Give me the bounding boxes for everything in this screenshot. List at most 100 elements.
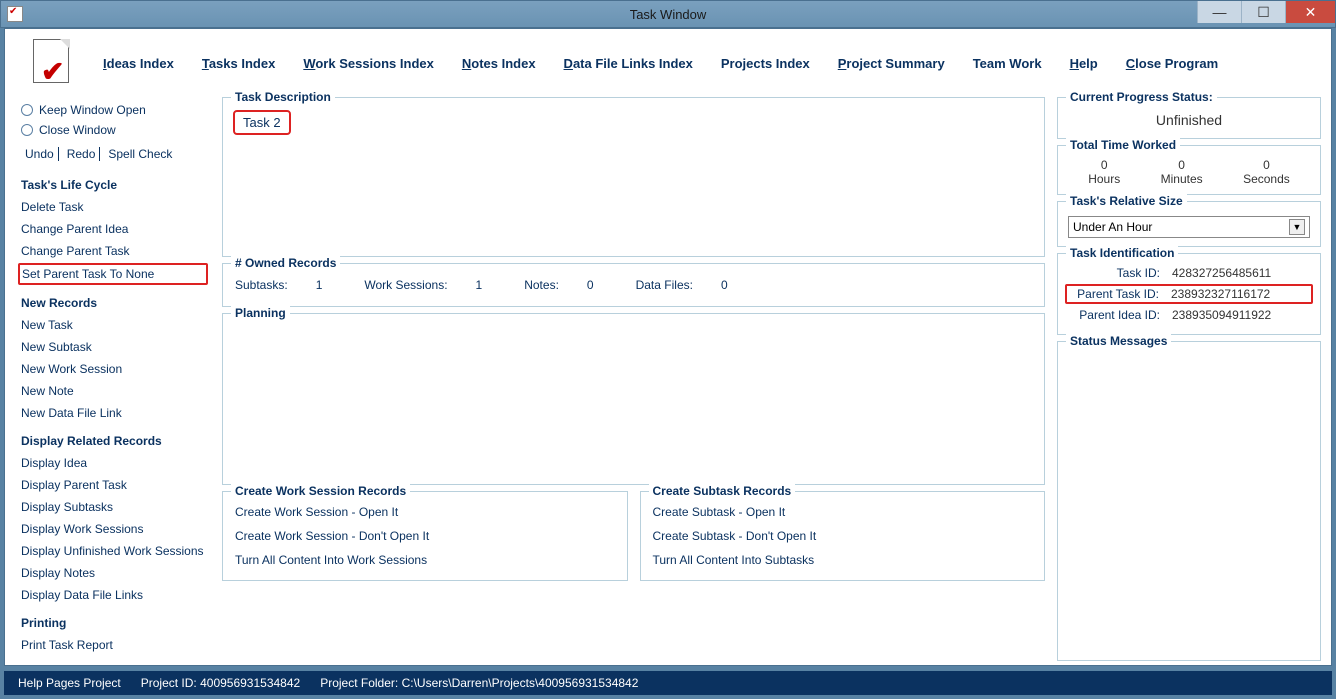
- sidebar: Keep Window Open Close Window Undo Redo …: [5, 93, 220, 665]
- menu-ideas-index[interactable]: Ideas Index: [103, 56, 174, 71]
- minutes-value: 0: [1161, 158, 1203, 172]
- footer-project-folder-label: Project Folder:: [320, 676, 398, 690]
- create-subtask-group: Create Subtask Records Create Subtask - …: [640, 491, 1046, 581]
- data-files-value: 0: [721, 278, 728, 292]
- parent-task-id-label: Parent Task ID:: [1069, 287, 1159, 301]
- parent-task-id-value: 238932327116172: [1171, 287, 1270, 301]
- menu-project-summary[interactable]: Project Summary: [838, 56, 945, 71]
- work-sessions-label: Work Sessions:: [364, 278, 447, 292]
- create-subtask-open-link[interactable]: Create Subtask - Open It: [651, 500, 1035, 524]
- set-parent-none-link[interactable]: Set Parent Task To None: [22, 266, 204, 282]
- display-subtasks-link[interactable]: Display Subtasks: [21, 497, 208, 517]
- minimize-button[interactable]: —: [1197, 1, 1241, 23]
- planning-group[interactable]: Planning: [222, 313, 1045, 485]
- menu-work-sessions-index[interactable]: Work Sessions Index: [303, 56, 434, 71]
- radio-icon: [21, 104, 33, 116]
- display-data-file-links-link[interactable]: Display Data File Links: [21, 585, 208, 605]
- redo-link[interactable]: Redo: [63, 147, 101, 161]
- maximize-button[interactable]: ☐: [1241, 1, 1285, 23]
- title-bar: Task Window — ☐ ✕: [0, 0, 1336, 28]
- relative-size-legend: Task's Relative Size: [1066, 194, 1187, 208]
- seconds-value: 0: [1243, 158, 1290, 172]
- change-parent-task-link[interactable]: Change Parent Task: [21, 241, 208, 261]
- seconds-label: Seconds: [1243, 172, 1290, 186]
- identification-legend: Task Identification: [1066, 246, 1178, 260]
- hours-value: 0: [1088, 158, 1120, 172]
- progress-status-value: Unfinished: [1068, 106, 1310, 130]
- printing-heading: Printing: [21, 613, 208, 633]
- menu-close-program[interactable]: Close Program: [1126, 56, 1218, 71]
- change-parent-idea-link[interactable]: Change Parent Idea: [21, 219, 208, 239]
- window-title: Task Window: [1, 7, 1335, 22]
- time-worked-legend: Total Time Worked: [1066, 138, 1180, 152]
- progress-status-legend: Current Progress Status:: [1066, 90, 1217, 104]
- right-panel: Current Progress Status: Unfinished Tota…: [1053, 93, 1331, 665]
- notes-value: 0: [587, 278, 594, 292]
- minutes-label: Minutes: [1161, 172, 1203, 186]
- relative-size-select[interactable]: Under An Hour ▼: [1068, 216, 1310, 238]
- display-idea-link[interactable]: Display Idea: [21, 453, 208, 473]
- task-description-value[interactable]: Task 2: [233, 110, 291, 135]
- menu-projects-index[interactable]: Projects Index: [721, 56, 810, 71]
- planning-legend: Planning: [231, 306, 290, 320]
- work-sessions-value: 1: [476, 278, 483, 292]
- app-icon-small: [7, 6, 23, 22]
- new-note-link[interactable]: New Note: [21, 381, 208, 401]
- radio-close-window[interactable]: Close Window: [21, 121, 208, 139]
- subtasks-label: Subtasks:: [235, 278, 288, 292]
- task-description-legend: Task Description: [231, 90, 335, 104]
- delete-task-link[interactable]: Delete Task: [21, 197, 208, 217]
- display-work-sessions-link[interactable]: Display Work Sessions: [21, 519, 208, 539]
- create-work-session-group: Create Work Session Records Create Work …: [222, 491, 628, 581]
- hours-label: Hours: [1088, 172, 1120, 186]
- status-bar: Help Pages Project Project ID: 400956931…: [4, 671, 1332, 695]
- menu-help[interactable]: Help: [1070, 56, 1098, 71]
- lifecycle-heading: Task's Life Cycle: [21, 175, 208, 195]
- notes-label: Notes:: [524, 278, 559, 292]
- menu-bar: ✔ Ideas Index Tasks Index Work Sessions …: [5, 29, 1331, 93]
- owned-records-legend: # Owned Records: [231, 256, 340, 270]
- create-work-session-noopen-link[interactable]: Create Work Session - Don't Open It: [233, 524, 617, 548]
- radio-keep-window-open[interactable]: Keep Window Open: [21, 101, 208, 119]
- time-worked-group: Total Time Worked 0Hours 0Minutes 0Secon…: [1057, 145, 1321, 195]
- display-parent-task-link[interactable]: Display Parent Task: [21, 475, 208, 495]
- parent-idea-id-label: Parent Idea ID:: [1070, 308, 1160, 322]
- task-id-value: 428327256485611: [1172, 266, 1271, 280]
- identification-group: Task Identification Task ID:428327256485…: [1057, 253, 1321, 335]
- radio-icon: [21, 124, 33, 136]
- spell-check-link[interactable]: Spell Check: [104, 147, 176, 161]
- print-task-report-link[interactable]: Print Task Report: [21, 635, 208, 655]
- footer-help-pages[interactable]: Help Pages Project: [18, 676, 121, 690]
- new-task-link[interactable]: New Task: [21, 315, 208, 335]
- new-subtask-link[interactable]: New Subtask: [21, 337, 208, 357]
- progress-status-group: Current Progress Status: Unfinished: [1057, 97, 1321, 139]
- create-subtask-noopen-link[interactable]: Create Subtask - Don't Open It: [651, 524, 1035, 548]
- status-messages-group: Status Messages: [1057, 341, 1321, 661]
- undo-link[interactable]: Undo: [21, 147, 59, 161]
- footer-project-id-label: Project ID:: [141, 676, 197, 690]
- create-work-session-open-link[interactable]: Create Work Session - Open It: [233, 500, 617, 524]
- menu-notes-index[interactable]: Notes Index: [462, 56, 536, 71]
- app-icon: ✔: [33, 39, 75, 87]
- display-notes-link[interactable]: Display Notes: [21, 563, 208, 583]
- turn-content-work-sessions-link[interactable]: Turn All Content Into Work Sessions: [233, 548, 617, 572]
- menu-data-file-links-index[interactable]: Data File Links Index: [564, 56, 693, 71]
- task-id-label: Task ID:: [1070, 266, 1160, 280]
- create-work-session-legend: Create Work Session Records: [231, 484, 410, 498]
- create-subtask-legend: Create Subtask Records: [649, 484, 796, 498]
- new-data-file-link[interactable]: New Data File Link: [21, 403, 208, 423]
- menu-team-work[interactable]: Team Work: [973, 56, 1042, 71]
- subtasks-value: 1: [316, 278, 323, 292]
- relative-size-value: Under An Hour: [1073, 220, 1152, 234]
- menu-tasks-index[interactable]: Tasks Index: [202, 56, 275, 71]
- turn-content-subtasks-link[interactable]: Turn All Content Into Subtasks: [651, 548, 1035, 572]
- footer-project-folder-value: C:\Users\Darren\Projects\400956931534842: [402, 676, 639, 690]
- status-messages-legend: Status Messages: [1066, 334, 1171, 348]
- close-button[interactable]: ✕: [1285, 1, 1335, 23]
- display-related-heading: Display Related Records: [21, 431, 208, 451]
- new-work-session-link[interactable]: New Work Session: [21, 359, 208, 379]
- chevron-down-icon: ▼: [1289, 219, 1305, 235]
- parent-idea-id-value: 238935094911922: [1172, 308, 1271, 322]
- owned-records-group: # Owned Records Subtasks:1 Work Sessions…: [222, 263, 1045, 307]
- display-unfinished-work-sessions-link[interactable]: Display Unfinished Work Sessions: [21, 541, 208, 561]
